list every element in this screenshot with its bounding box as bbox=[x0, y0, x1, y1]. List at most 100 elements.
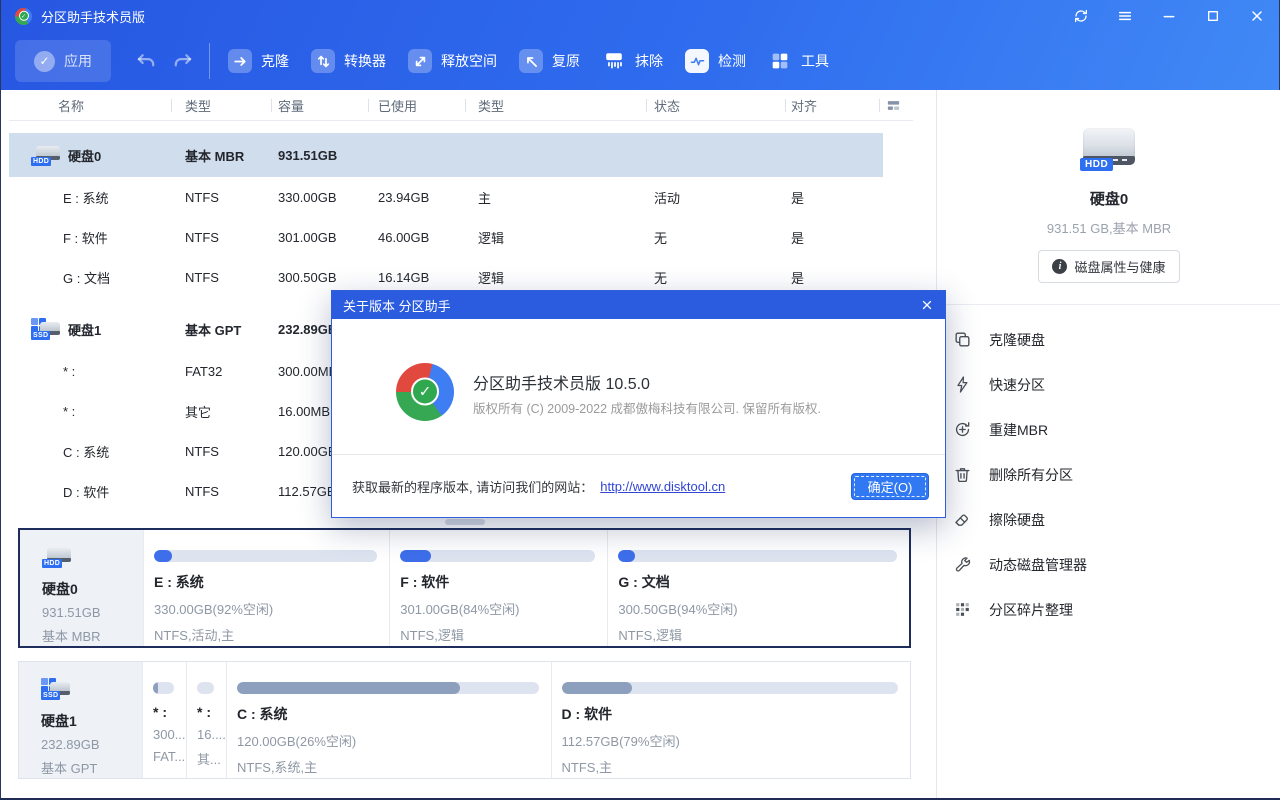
column-header-6: 状态 bbox=[646, 96, 785, 115]
toolbar-item-label: 释放空间 bbox=[441, 51, 497, 71]
table-row-硬盘0[interactable]: HDD 硬盘0 基本 MBR931.51GB bbox=[9, 133, 883, 177]
cell-status: 无 bbox=[646, 228, 785, 247]
delete-partitions-icon bbox=[953, 465, 972, 484]
diskmap-disk-card[interactable]: HDD硬盘0931.51GB基本 MBR bbox=[20, 530, 143, 646]
partition-meta: NTFS,主 bbox=[562, 757, 898, 776]
about-dialog: 关于版本 分区助手 分区助手技术员版 10.5.0 版权所有 (C) 2009-… bbox=[331, 290, 946, 518]
disk-health-button[interactable]: i 磁盘属性与健康 bbox=[1038, 250, 1179, 283]
sidebar-item-clone-disk[interactable]: 克隆硬盘 bbox=[953, 317, 1280, 362]
sidebar-item-dynamic-disk[interactable]: 动态磁盘管理器 bbox=[953, 542, 1280, 587]
column-header-4: 已使用 bbox=[368, 96, 465, 115]
toolbar-item-converter[interactable]: 转换器 bbox=[311, 49, 386, 73]
diskmap-partition-C系统[interactable]: C : 系统120.00GB(26%空闲)NTFS,系统,主 bbox=[226, 662, 551, 778]
cell-fs: 其它 bbox=[171, 402, 271, 421]
cell-capacity: 330.00GB bbox=[271, 190, 368, 205]
close-icon[interactable] bbox=[1249, 8, 1265, 24]
partition-usage-bar bbox=[154, 550, 377, 562]
dialog-close-icon[interactable] bbox=[920, 298, 934, 312]
column-header-1: 名称 bbox=[9, 96, 171, 115]
sidebar-item-defrag[interactable]: 分区碎片整理 bbox=[953, 587, 1280, 632]
minimize-icon[interactable] bbox=[1161, 8, 1177, 24]
diskmap-disk-card[interactable]: SSD硬盘1232.89GB基本 GPT bbox=[19, 662, 142, 778]
undo-icon[interactable] bbox=[135, 50, 158, 73]
restore-icon bbox=[519, 49, 543, 73]
row-name-label: D : 软件 bbox=[63, 485, 109, 500]
apply-button[interactable]: ✓ 应用 bbox=[15, 40, 111, 82]
window-title: 分区助手技术员版 bbox=[41, 7, 145, 26]
diskmap-partition-[interactable]: * :16....其... bbox=[186, 662, 226, 778]
diskmap-row-硬盘1[interactable]: SSD硬盘1232.89GB基本 GPT* :300...FAT...* :16… bbox=[18, 661, 911, 779]
hdd-drive-icon: HDD bbox=[31, 144, 61, 167]
columns-icon[interactable] bbox=[886, 98, 901, 113]
toolbar-item-restore[interactable]: 复原 bbox=[519, 49, 580, 73]
toolbar-item-clone[interactable]: 克隆 bbox=[228, 49, 289, 73]
diskmap-row-硬盘0[interactable]: HDD硬盘0931.51GB基本 MBRE : 系统330.00GB(92%空闲… bbox=[18, 528, 911, 648]
ok-button-label: 确定(O) bbox=[868, 480, 913, 495]
table-row-F软件[interactable]: F : 软件NTFS301.00GB46.00GB逻辑无是 bbox=[9, 217, 883, 257]
table-header: 名称类型容量已使用类型状态对齐 bbox=[9, 90, 913, 121]
hdd-drive-icon: HDD bbox=[42, 546, 72, 569]
diskmap-partition-F软件[interactable]: F : 软件301.00GB(84%空闲)NTFS,逻辑 bbox=[389, 530, 607, 646]
cell-name: F : 软件 bbox=[9, 228, 171, 247]
cell-fs: NTFS bbox=[171, 484, 271, 499]
partition-label: E : 系统 bbox=[154, 572, 377, 592]
converter-icon bbox=[311, 49, 335, 73]
partition-usage-fill bbox=[237, 682, 460, 694]
dialog-titlebar[interactable]: 关于版本 分区助手 bbox=[332, 291, 945, 319]
diskmap-partition-D软件[interactable]: D : 软件112.57GB(79%空闲)NTFS,主 bbox=[551, 662, 910, 778]
row-name-label: F : 软件 bbox=[63, 231, 108, 246]
row-name-label: 硬盘0 bbox=[68, 146, 101, 165]
cell-used: 16.14GB bbox=[368, 270, 465, 285]
cell-fs: 基本 MBR bbox=[171, 146, 271, 165]
sidebar: HDD 硬盘0 931.51 GB,基本 MBR i 磁盘属性与健康 克隆硬盘快… bbox=[936, 90, 1280, 798]
sidebar-disk-summary: HDD 硬盘0 931.51 GB,基本 MBR i 磁盘属性与健康 bbox=[937, 90, 1280, 283]
cell-fs: FAT32 bbox=[171, 364, 271, 379]
partition-usage-fill bbox=[400, 550, 431, 562]
toolbar-item-tools[interactable]: 工具 bbox=[768, 49, 829, 73]
diskmap-partition-E系统[interactable]: E : 系统330.00GB(92%空闲)NTFS,活动,主 bbox=[143, 530, 389, 646]
clone-icon bbox=[228, 49, 252, 73]
horizontal-scrollbar-thumb[interactable] bbox=[445, 519, 485, 525]
maximize-icon[interactable] bbox=[1205, 8, 1221, 24]
toolbar-item-erase[interactable]: 抹除 bbox=[602, 49, 663, 73]
cell-fs: NTFS bbox=[171, 230, 271, 245]
website-link[interactable]: http://www.disktool.cn bbox=[600, 479, 725, 494]
cell-status: 活动 bbox=[646, 188, 785, 207]
cell-ptype: 主 bbox=[465, 188, 646, 207]
sidebar-item-wipe-disk[interactable]: 擦除硬盘 bbox=[953, 497, 1280, 542]
toolbar-item-freespace[interactable]: 释放空间 bbox=[408, 49, 497, 73]
column-header-7: 对齐 bbox=[785, 96, 879, 115]
partition-detail: 300.50GB(94%空闲) bbox=[618, 599, 897, 618]
ok-button[interactable]: 确定(O) bbox=[851, 473, 929, 500]
toolbar-item-detect[interactable]: 检测 bbox=[685, 49, 746, 73]
hdd-drive-icon: HDD bbox=[1080, 126, 1138, 173]
row-name-label: G : 文档 bbox=[63, 271, 110, 286]
quick-partition-icon bbox=[953, 375, 972, 394]
ssd-drive-icon: SSD bbox=[31, 318, 61, 341]
cell-capacity: 300.50GB bbox=[271, 270, 368, 285]
redo-icon[interactable] bbox=[171, 50, 194, 73]
drive-badge: SSD bbox=[31, 331, 50, 340]
column-header-3: 容量 bbox=[271, 96, 368, 115]
sidebar-item-quick-partition[interactable]: 快速分区 bbox=[953, 362, 1280, 407]
app-header: 分区助手技术员版 ✓ 应用 克隆转换器 释放空间 复原 抹除 检测 工具 bbox=[1, 0, 1279, 90]
partition-detail: 16.... bbox=[197, 727, 214, 742]
sidebar-item-rebuild-mbr[interactable]: 重建MBR bbox=[953, 407, 1280, 452]
diskmap-partition-G文档[interactable]: G : 文档300.50GB(94%空闲)NTFS,逻辑 bbox=[607, 530, 909, 646]
tools-icon bbox=[768, 49, 792, 73]
partition-usage-bar bbox=[153, 682, 174, 694]
sidebar-item-label: 擦除硬盘 bbox=[989, 510, 1045, 530]
menu-icon[interactable] bbox=[1117, 8, 1133, 24]
partition-meta: NTFS,逻辑 bbox=[400, 625, 595, 644]
sync-icon[interactable] bbox=[1073, 8, 1089, 24]
toolbar-item-label: 检测 bbox=[718, 51, 746, 71]
partition-usage-bar bbox=[237, 682, 539, 694]
header-separator bbox=[368, 99, 369, 112]
sidebar-item-delete-partitions[interactable]: 删除所有分区 bbox=[953, 452, 1280, 497]
toolbar-item-label: 复原 bbox=[552, 51, 580, 71]
table-row-E系统[interactable]: E : 系统NTFS330.00GB23.94GB主活动是 bbox=[9, 177, 883, 217]
cell-name: D : 软件 bbox=[9, 482, 171, 501]
cell-capacity: 931.51GB bbox=[271, 148, 368, 163]
partition-label: F : 软件 bbox=[400, 572, 595, 592]
diskmap-partition-[interactable]: * :300...FAT... bbox=[142, 662, 186, 778]
